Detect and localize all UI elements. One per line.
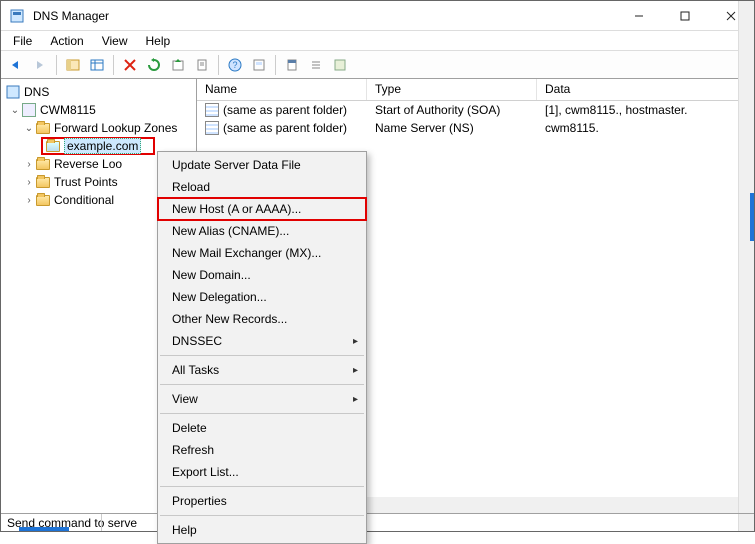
expand-icon[interactable]: › <box>23 177 35 188</box>
toolbar-separator <box>113 55 114 75</box>
folder-icon <box>35 120 51 136</box>
forward-button[interactable] <box>29 54 51 76</box>
cm-separator <box>160 486 364 487</box>
minimize-button[interactable] <box>616 1 662 30</box>
cm-update-server-data[interactable]: Update Server Data File <box>158 154 366 176</box>
cm-other-records[interactable]: Other New Records... <box>158 308 366 330</box>
column-name[interactable]: Name <box>197 79 367 100</box>
cell-data: [1], cwm8115., hostmaster. <box>537 103 754 117</box>
dns-root-icon <box>5 84 21 100</box>
menu-view[interactable]: View <box>94 32 136 50</box>
menu-file[interactable]: File <box>5 32 40 50</box>
tree-zone-example[interactable]: example.com <box>41 137 155 155</box>
tree-label-selected: example.com <box>64 138 141 154</box>
cm-dnssec[interactable]: DNSSEC <box>158 330 366 352</box>
folder-icon <box>35 192 51 208</box>
menubar: File Action View Help <box>1 31 754 51</box>
cell-type: Start of Authority (SOA) <box>367 103 537 117</box>
toolbar-separator <box>275 55 276 75</box>
help-button[interactable]: ? <box>224 54 246 76</box>
svg-text:?: ? <box>232 60 237 70</box>
column-data[interactable]: Data <box>537 79 754 100</box>
toolbar: ? <box>1 51 754 79</box>
expand-icon[interactable]: › <box>23 195 35 206</box>
zone-icon <box>45 138 61 154</box>
tree-server[interactable]: ⌄ CWM8115 <box>1 101 196 119</box>
cm-new-delegation[interactable]: New Delegation... <box>158 286 366 308</box>
export-button[interactable] <box>167 54 189 76</box>
folder-icon <box>35 156 51 172</box>
cm-refresh[interactable]: Refresh <box>158 439 366 461</box>
titlebar: DNS Manager <box>1 1 754 31</box>
cm-separator <box>160 413 364 414</box>
dns-manager-window: DNS Manager File Action View Help ? <box>0 0 755 532</box>
expand-icon[interactable]: ⌄ <box>23 123 35 134</box>
column-type[interactable]: Type <box>367 79 537 100</box>
list-button[interactable] <box>305 54 327 76</box>
toolbar-separator <box>218 55 219 75</box>
maximize-button[interactable] <box>662 1 708 30</box>
main-body: DNS ⌄ CWM8115 ⌄ Forward Lookup Zones exa… <box>1 79 754 513</box>
cm-export[interactable]: Export List... <box>158 461 366 483</box>
cm-separator <box>160 355 364 356</box>
cm-new-host[interactable]: New Host (A or AAAA)... <box>158 198 366 220</box>
refresh-button[interactable] <box>143 54 165 76</box>
toolbar-separator <box>56 55 57 75</box>
cell-type: Name Server (NS) <box>367 121 537 135</box>
cm-properties[interactable]: Properties <box>158 490 366 512</box>
action-button[interactable] <box>329 54 351 76</box>
record-icon <box>205 103 219 117</box>
delete-button[interactable] <box>119 54 141 76</box>
tree-label: Forward Lookup Zones <box>54 121 177 135</box>
expand-icon[interactable]: ⌄ <box>9 105 21 116</box>
list-row[interactable]: (same as parent folder) Name Server (NS)… <box>197 119 754 137</box>
tree-label: Reverse Loo <box>54 157 122 171</box>
cm-separator <box>160 515 364 516</box>
record-icon <box>205 121 219 135</box>
tree-label: DNS <box>24 85 49 99</box>
tree-root-dns[interactable]: DNS <box>1 83 196 101</box>
window-title: DNS Manager <box>33 9 616 23</box>
accent-segment <box>19 527 69 531</box>
cm-separator <box>160 384 364 385</box>
cell-data: cwm8115. <box>537 121 754 135</box>
new-window-button[interactable] <box>248 54 270 76</box>
window-controls <box>616 1 754 30</box>
server-icon <box>21 102 37 118</box>
cm-view[interactable]: View <box>158 388 366 410</box>
show-hide-tree-button[interactable] <box>62 54 84 76</box>
cm-new-mx[interactable]: New Mail Exchanger (MX)... <box>158 242 366 264</box>
cell-name: (same as parent folder) <box>223 121 347 135</box>
back-button[interactable] <box>5 54 27 76</box>
context-menu: Update Server Data File Reload New Host … <box>157 151 367 544</box>
list-header: Name Type Data <box>197 79 754 101</box>
tree-label: Trust Points <box>54 175 118 189</box>
cm-new-alias[interactable]: New Alias (CNAME)... <box>158 220 366 242</box>
details-view-button[interactable] <box>86 54 108 76</box>
list-row[interactable]: (same as parent folder) Start of Authori… <box>197 101 754 119</box>
folder-icon <box>35 174 51 190</box>
cm-reload[interactable]: Reload <box>158 176 366 198</box>
filter-button[interactable] <box>281 54 303 76</box>
dns-app-icon <box>9 8 25 24</box>
accent-edge <box>750 193 754 241</box>
cm-all-tasks[interactable]: All Tasks <box>158 359 366 381</box>
tree-label: Conditional <box>54 193 114 207</box>
cell-name: (same as parent folder) <box>223 103 347 117</box>
properties-button[interactable] <box>191 54 213 76</box>
expand-icon[interactable]: › <box>23 159 35 170</box>
tree-forward-zones[interactable]: ⌄ Forward Lookup Zones <box>1 119 196 137</box>
menu-action[interactable]: Action <box>42 32 91 50</box>
tree-label: CWM8115 <box>40 103 96 117</box>
status-separator <box>101 514 102 531</box>
statusbar: Send command to serve <box>1 513 754 531</box>
menu-help[interactable]: Help <box>138 32 179 50</box>
cm-help[interactable]: Help <box>158 519 366 541</box>
cm-new-domain[interactable]: New Domain... <box>158 264 366 286</box>
vertical-scrollbar[interactable] <box>738 1 754 531</box>
cm-delete[interactable]: Delete <box>158 417 366 439</box>
